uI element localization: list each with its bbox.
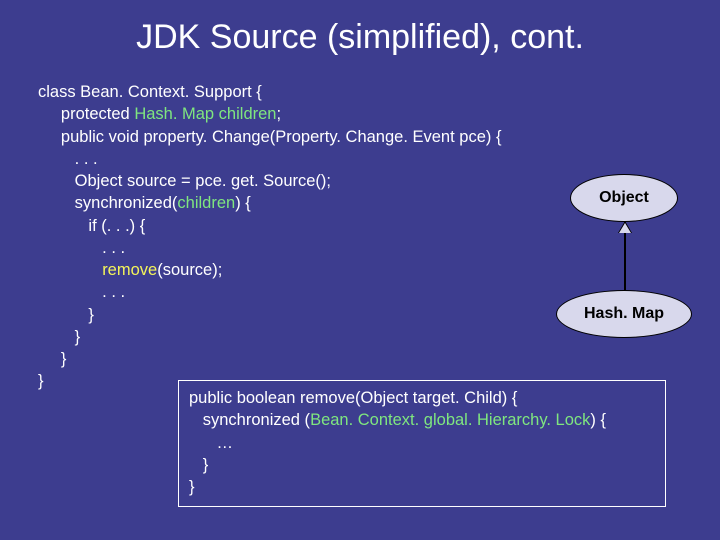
code-text: (source); <box>157 261 222 279</box>
code-line: . . . <box>38 150 98 168</box>
slide-title: JDK Source (simplified), cont. <box>0 0 720 81</box>
code-line: } <box>38 328 80 346</box>
code-line: } <box>38 350 66 368</box>
code-line: Object source = pce. get. Source(); <box>38 172 331 190</box>
code-line: if (. . .) { <box>38 217 145 235</box>
code-line: . . . <box>38 239 125 257</box>
code-text: ) { <box>590 411 606 429</box>
code-text: ) { <box>235 194 251 212</box>
inset-code-box: public boolean remove(Object target. Chi… <box>178 380 666 507</box>
highlight-green: Hash. Map children <box>134 105 276 123</box>
code-line: synchronized( <box>38 194 177 212</box>
code-text: ; <box>276 105 281 123</box>
inheritance-arrow <box>624 222 626 290</box>
code-line: public boolean remove(Object target. Chi… <box>189 389 517 407</box>
highlight-green: Bean. Context. global. Hierarchy. Lock <box>310 411 590 429</box>
code-line: } <box>189 478 195 496</box>
code-line: synchronized ( <box>189 411 310 429</box>
class-bubble-object: Object <box>570 174 678 222</box>
code-line: } <box>189 456 208 474</box>
code-line: } <box>38 372 44 390</box>
code-line: } <box>38 306 94 324</box>
highlight-yellow: remove <box>102 261 157 279</box>
code-line: class Bean. Context. Support { <box>38 83 262 101</box>
code-line: … <box>189 434 233 452</box>
code-line: public void property. Change(Property. C… <box>38 128 501 146</box>
code-line: . . . <box>38 283 125 301</box>
main-code-block: class Bean. Context. Support { protected… <box>0 81 720 393</box>
highlight-green: children <box>177 194 235 212</box>
code-line <box>38 261 102 279</box>
class-bubble-hashmap: Hash. Map <box>556 290 692 338</box>
code-line: protected <box>38 105 134 123</box>
